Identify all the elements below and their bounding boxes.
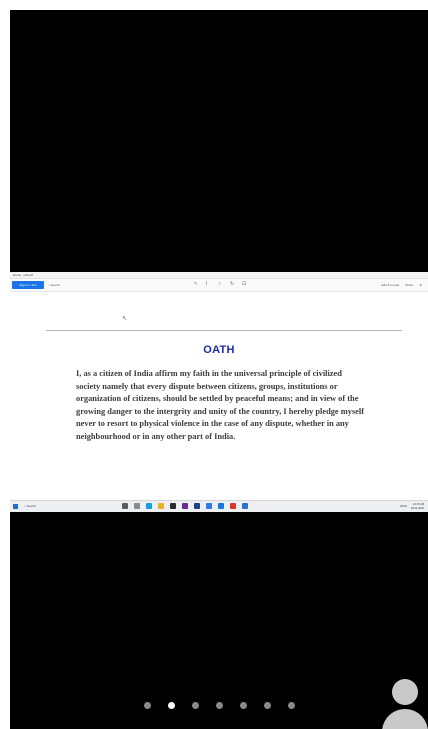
- avatar-shoulders: [382, 709, 428, 729]
- page-divider: [46, 330, 402, 331]
- edge-icon[interactable]: [146, 503, 152, 509]
- right-toolbar: Edit & Create Share ⚙: [381, 281, 422, 289]
- file-explorer-icon[interactable]: [122, 503, 128, 509]
- app-photos-icon[interactable]: [242, 503, 248, 509]
- video-frame: Home · pdf.pdf Sign in / Join ⌕ Search ↖…: [10, 10, 428, 729]
- pdf-toolbar: Sign in / Join ⌕ Search ↖ I ○ ↻ ⊡ Edit &…: [10, 279, 428, 292]
- document-page: ↖ OATH I, as a citizen of India affirm m…: [10, 292, 428, 500]
- windows-taskbar: ⌕ Search ENG 10:15 AM 28-11-2020: [10, 500, 428, 512]
- participant-avatar-icon[interactable]: [382, 678, 428, 729]
- store-icon[interactable]: [170, 503, 176, 509]
- language-indicator[interactable]: ENG: [400, 502, 407, 511]
- text-select-icon[interactable]: I: [206, 282, 210, 287]
- taskbar-apps: [122, 503, 248, 509]
- windows-start-icon[interactable]: [13, 504, 18, 509]
- fit-icon[interactable]: ⊡: [242, 282, 246, 287]
- app-v-icon[interactable]: [182, 503, 188, 509]
- carousel-dot[interactable]: [143, 702, 151, 709]
- carousel-dot[interactable]: [263, 702, 271, 709]
- share-button[interactable]: Share: [405, 281, 413, 289]
- avatar-head: [392, 679, 418, 705]
- carousel-dot[interactable]: [239, 702, 247, 709]
- rotate-icon[interactable]: ↻: [230, 282, 234, 287]
- zoom-icon[interactable]: ○: [218, 282, 222, 287]
- sign-in-button[interactable]: Sign in / Join: [12, 281, 44, 289]
- shared-screen: Home · pdf.pdf Sign in / Join ⌕ Search ↖…: [10, 272, 428, 512]
- taskbar-search-box[interactable]: ⌕ Search: [24, 503, 36, 510]
- cursor-icon[interactable]: ↖: [194, 282, 198, 287]
- window-titlebar: Home · pdf.pdf: [10, 272, 428, 279]
- task-view-icon[interactable]: [134, 503, 140, 509]
- app-blue-icon[interactable]: [206, 503, 212, 509]
- tool-icon-group: ↖ I ○ ↻ ⊡: [194, 282, 246, 287]
- clock-date: 28-11-2020: [410, 506, 424, 510]
- carousel-dot[interactable]: [287, 702, 295, 709]
- document-title: OATH: [203, 344, 235, 356]
- carousel-dot[interactable]: [191, 702, 199, 709]
- app-dark-icon[interactable]: [194, 503, 200, 509]
- settings-icon[interactable]: ⚙: [419, 281, 422, 289]
- toolbar-search-label: Search: [50, 283, 61, 287]
- mouse-cursor-icon: ↖: [122, 316, 128, 322]
- edit-create-button[interactable]: Edit & Create: [381, 281, 399, 289]
- document-body: I, as a citizen of India affirm my faith…: [76, 369, 364, 441]
- files-icon[interactable]: [158, 503, 164, 509]
- toolbar-search-button[interactable]: ⌕ Search: [48, 281, 60, 289]
- app-red-icon[interactable]: [230, 503, 236, 509]
- app-mail-icon[interactable]: [218, 503, 224, 509]
- taskbar-clock[interactable]: 10:15 AM 28-11-2020: [411, 503, 424, 509]
- carousel-dot[interactable]: [167, 702, 175, 709]
- taskbar-search-label: Search: [26, 504, 37, 508]
- carousel-indicator: [10, 702, 428, 709]
- system-tray: ENG 10:15 AM 28-11-2020: [400, 502, 424, 511]
- carousel-dot[interactable]: [215, 702, 223, 709]
